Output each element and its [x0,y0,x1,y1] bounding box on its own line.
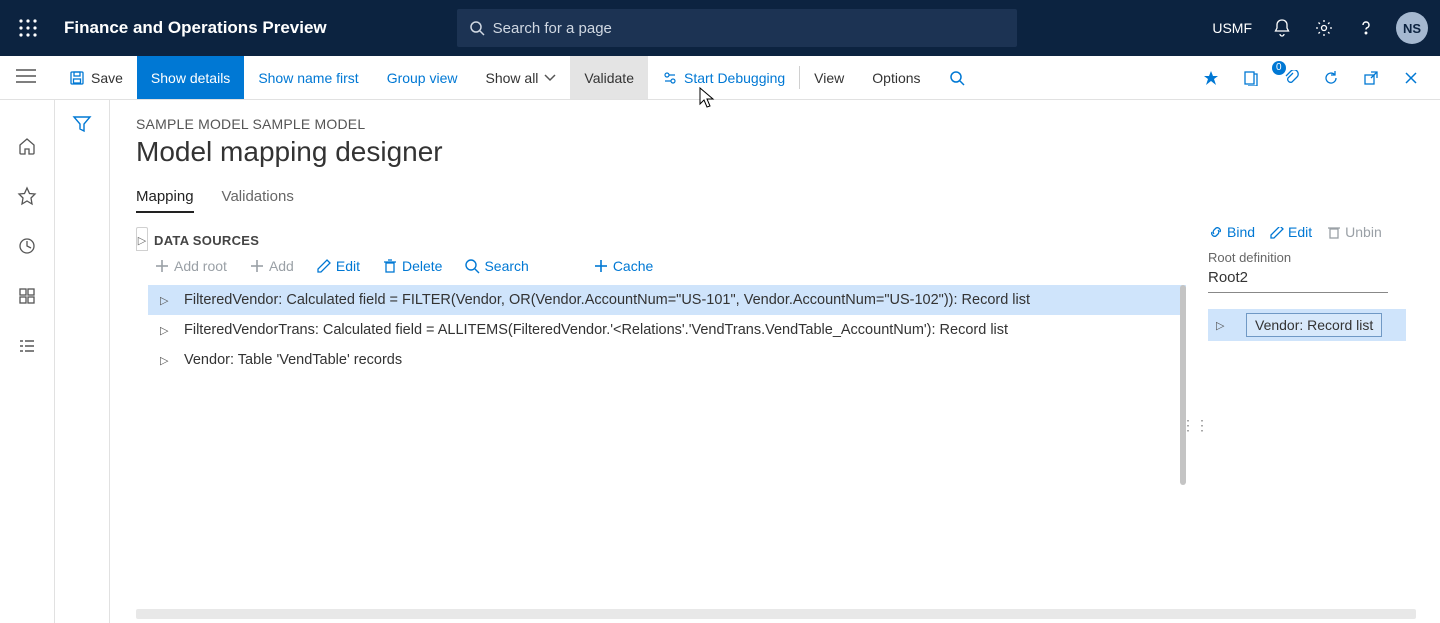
attachments-badge: 0 [1272,61,1286,75]
tree-node-label: Vendor: Table 'VendTable' records [184,352,402,368]
cache-button[interactable]: Cache [593,258,653,274]
global-search[interactable] [457,9,1017,47]
search-icon [469,20,485,36]
vertical-scrollbar[interactable] [1180,285,1186,485]
save-button[interactable]: Save [55,56,137,99]
add-button[interactable]: Add [249,258,294,274]
search-icon [464,258,480,274]
plus-icon [154,258,170,274]
plus-icon [249,258,265,274]
tab-validations[interactable]: Validations [222,188,294,213]
popout-icon[interactable] [1356,63,1386,93]
collapse-handle-icon[interactable]: ▷ [136,227,148,251]
attachments-icon[interactable]: 0 [1276,63,1306,93]
settings-icon[interactable] [1312,16,1336,40]
horizontal-scrollbar[interactable] [136,609,1416,619]
recent-icon[interactable] [13,232,41,260]
tree-node[interactable]: ▷ FilteredVendor: Calculated field = FILT… [148,285,1186,315]
save-icon [69,70,85,86]
show-all-button[interactable]: Show all [472,56,571,99]
workspaces-icon[interactable] [13,282,41,310]
pencil-icon [1269,227,1285,240]
legal-entity-selector[interactable]: USMF [1212,20,1252,36]
view-menu[interactable]: View [800,56,858,99]
page-tabs: Mapping Validations [136,188,1416,213]
data-model-node-label: Vendor: Record list [1246,313,1382,337]
root-definition-label: Root definition [1208,250,1406,265]
home-icon[interactable] [13,132,41,160]
data-model-panel: DATA MODEL Bind Edit Unbin Root definiti… [1204,227,1416,623]
add-root-button[interactable]: Add root [154,258,227,274]
main-content: SAMPLE MODEL SAMPLE MODEL Model mapping … [110,100,1440,623]
root-definition-value[interactable]: Root2 [1208,265,1388,293]
caret-icon[interactable]: ▷ [160,354,174,367]
user-avatar[interactable]: NS [1396,12,1428,44]
app-launcher-icon[interactable] [12,12,44,44]
breadcrumb: SAMPLE MODEL SAMPLE MODEL [136,116,1416,132]
global-search-input[interactable] [493,20,1005,37]
group-view-button[interactable]: Group view [373,56,472,99]
show-details-label: Show details [151,70,230,86]
show-details-button[interactable]: Show details [137,56,244,99]
notifications-icon[interactable] [1270,16,1294,40]
debug-icon [662,70,678,86]
favorites-icon[interactable] [13,182,41,210]
start-debugging-button[interactable]: Start Debugging [648,56,799,99]
data-sources-tree: ▷ FilteredVendor: Calculated field = FILT… [148,284,1186,375]
top-navbar: Finance and Operations Preview USMF NS [0,0,1440,56]
edit-button[interactable]: Edit [316,258,360,274]
caret-icon[interactable]: ▷ [1216,319,1230,332]
tree-node-label: FilteredVendorTrans: Calculated field = … [184,322,1008,338]
trash-icon [382,258,398,274]
validate-button[interactable]: Validate [570,56,648,99]
filter-column [55,100,110,623]
show-name-first-button[interactable]: Show name first [244,56,372,99]
tree-node[interactable]: ▷ Vendor: Table 'VendTable' records [148,345,1186,375]
page-options-icon[interactable] [1236,63,1266,93]
caret-icon[interactable]: ▷ [160,324,174,337]
save-label: Save [91,70,123,86]
page-title: Model mapping designer [136,136,1416,168]
splitter-handle[interactable]: ⋮⋮ [1186,227,1204,623]
refresh-icon[interactable] [1316,63,1346,93]
link-icon [1208,227,1224,240]
action-bar: Save Show details Show name first Group … [0,56,1440,100]
left-nav-rail [0,100,55,623]
close-icon[interactable] [1396,63,1426,93]
personalize-icon[interactable] [1196,63,1226,93]
pencil-icon [316,258,332,274]
edit-dm-button[interactable]: Edit [1269,227,1312,240]
data-model-node[interactable]: ▷ Vendor: Record list [1208,309,1406,341]
search-button[interactable]: Search [464,258,528,274]
data-sources-header: DATA SOURCES [148,227,1186,258]
options-menu[interactable]: Options [858,56,934,99]
tab-mapping[interactable]: Mapping [136,188,194,213]
actionbar-search-icon[interactable] [935,56,979,99]
nav-expand-icon[interactable] [16,68,36,84]
app-title: Finance and Operations Preview [64,18,327,38]
plus-icon [593,258,609,274]
delete-button[interactable]: Delete [382,258,442,274]
help-icon[interactable] [1354,16,1378,40]
filter-icon[interactable] [72,114,92,623]
bind-button[interactable]: Bind [1208,227,1255,240]
trash-icon [1326,227,1342,240]
chevron-down-icon [544,74,556,82]
modules-icon[interactable] [13,332,41,360]
unbind-button[interactable]: Unbin [1326,227,1382,240]
data-sources-toolbar: Add root Add Edit Delete Search Cache [148,258,1186,284]
caret-icon[interactable]: ▷ [160,294,174,307]
tree-node[interactable]: ▷ FilteredVendorTrans: Calculated field =… [148,315,1186,345]
tree-node-label: FilteredVendor: Calculated field = FILTE… [184,292,1030,308]
